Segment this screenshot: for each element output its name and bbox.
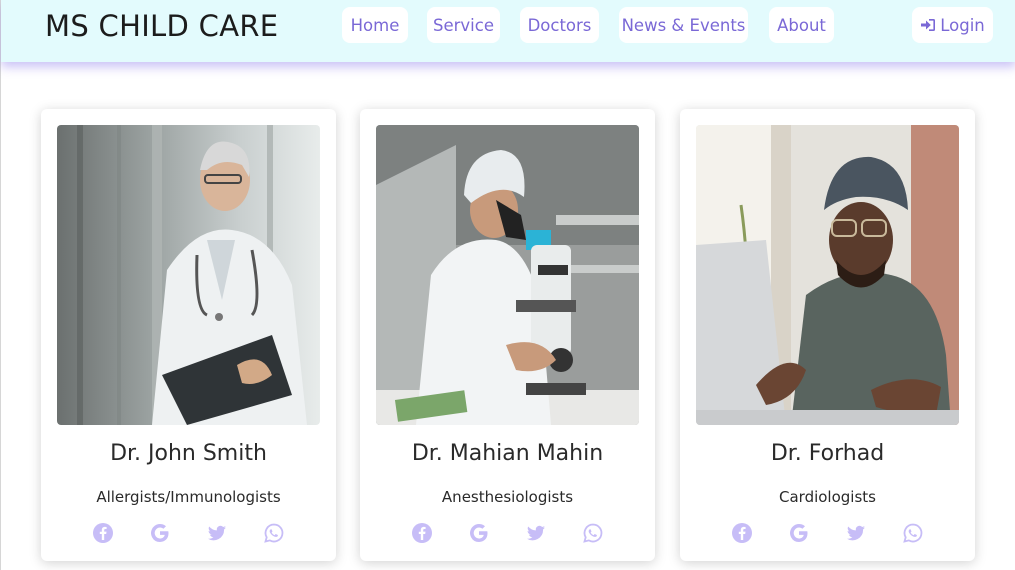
login-label: Login [940,15,985,35]
brand-logo-text[interactable]: MS CHILD CARE [45,9,278,43]
doctor-card: Dr. Mahian Mahin Anesthesiologists [360,109,655,561]
twitter-icon[interactable] [525,522,547,544]
doctor-card: Dr. John Smith Allergists/Immunologists [41,109,336,561]
doctor-specialty: Allergists/Immunologists [96,488,281,506]
twitter-icon[interactable] [845,522,867,544]
google-icon[interactable] [149,522,171,544]
whatsapp-icon[interactable] [902,522,924,544]
doctor-photo [696,125,959,425]
social-links [360,522,655,544]
navbar: MS CHILD CARE Home Service Doctors News … [1,0,1015,62]
nav-about[interactable]: About [769,7,834,43]
whatsapp-icon[interactable] [582,522,604,544]
social-links [680,522,975,544]
facebook-icon[interactable] [731,522,753,544]
facebook-icon[interactable] [92,522,114,544]
nav-doctors[interactable]: Doctors [520,7,599,43]
whatsapp-icon[interactable] [263,522,285,544]
doctor-photo [376,125,639,425]
login-icon [920,17,936,33]
facebook-icon[interactable] [411,522,433,544]
google-icon[interactable] [468,522,490,544]
nav-home[interactable]: Home [342,7,408,43]
doctor-photo [57,125,320,425]
social-links [41,522,336,544]
doctor-name: Dr. Mahian Mahin [411,441,604,466]
login-button[interactable]: Login [912,7,993,43]
twitter-icon[interactable] [206,522,228,544]
google-icon[interactable] [788,522,810,544]
nav-news-events[interactable]: News & Events [619,7,748,43]
doctor-specialty: Anesthesiologists [441,488,574,506]
doctor-name: Dr. Forhad [770,441,885,466]
doctor-name: Dr. John Smith [110,441,267,466]
nav-service[interactable]: Service [427,7,500,43]
doctor-specialty: Cardiologists [779,488,876,506]
doctor-card: Dr. Forhad Cardiologists [680,109,975,561]
